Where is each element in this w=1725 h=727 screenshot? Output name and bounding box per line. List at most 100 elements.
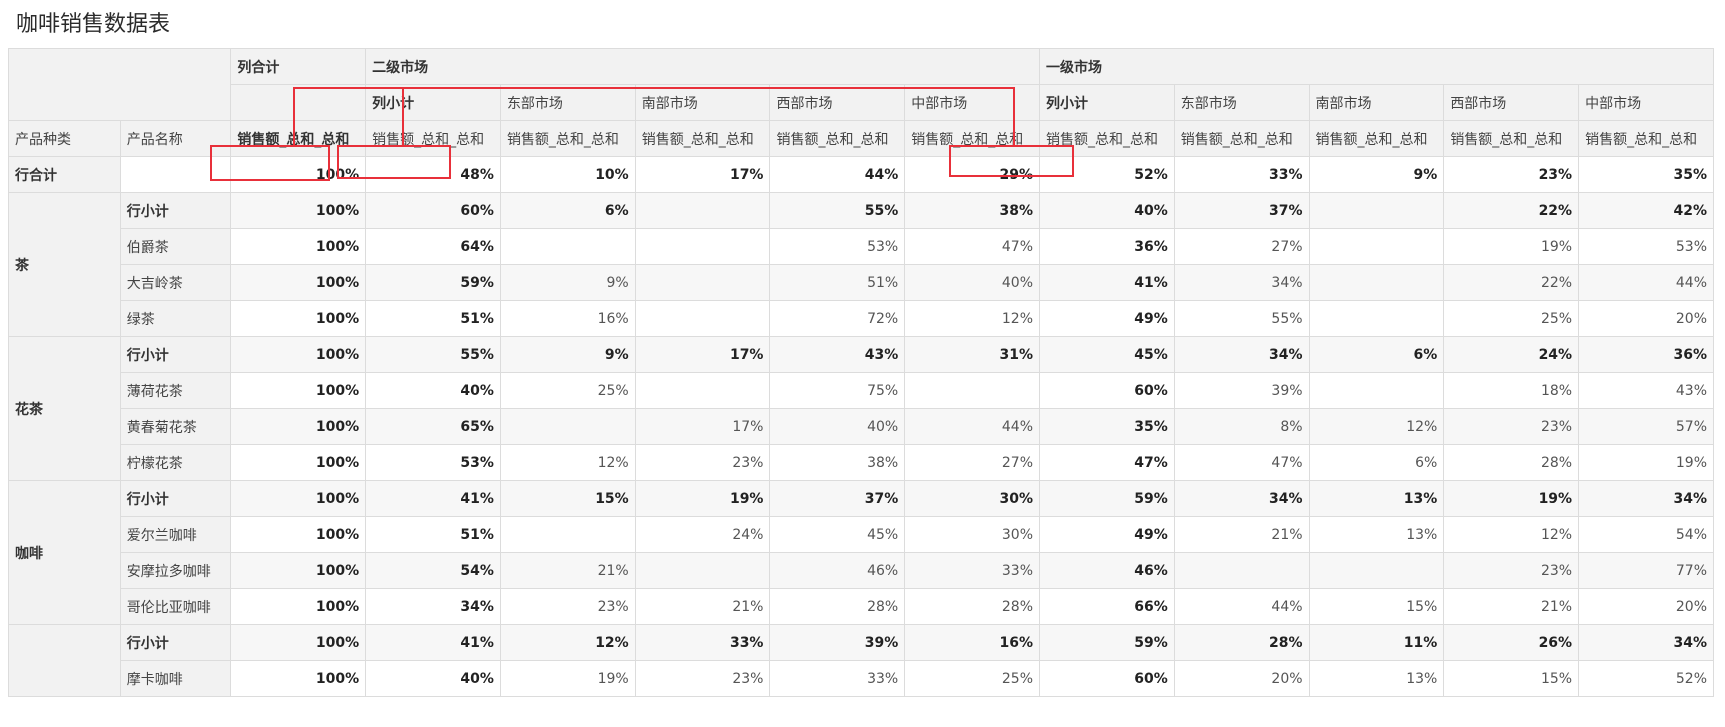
value-cell[interactable]: 21% bbox=[1173, 516, 1310, 553]
category-cell[interactable]: 花茶 bbox=[8, 336, 121, 481]
value-cell[interactable]: 12% bbox=[499, 624, 636, 661]
value-cell[interactable]: 19% bbox=[634, 480, 771, 517]
value-cell[interactable]: 13% bbox=[1308, 480, 1445, 517]
value-cell[interactable]: 38% bbox=[904, 192, 1041, 229]
value-cell[interactable] bbox=[634, 192, 771, 229]
value-cell[interactable]: 33% bbox=[904, 552, 1041, 589]
product-name-cell[interactable]: 伯爵茶 bbox=[119, 228, 232, 265]
value-cell[interactable]: 16% bbox=[499, 300, 636, 337]
value-cell[interactable]: 77% bbox=[1578, 552, 1714, 589]
value-cell[interactable] bbox=[634, 300, 771, 337]
value-cell[interactable]: 59% bbox=[1039, 624, 1175, 661]
group-header-tier1[interactable]: 一级市场 bbox=[1039, 48, 1714, 85]
sub-col-subtotal[interactable]: 列小计 bbox=[365, 84, 501, 121]
value-cell[interactable]: 30% bbox=[904, 480, 1041, 517]
row-subtotal-label[interactable]: 行小计 bbox=[119, 624, 232, 661]
value-cell[interactable]: 100% bbox=[230, 156, 367, 193]
value-cell[interactable]: 42% bbox=[1578, 192, 1714, 229]
sub-col-central[interactable]: 中部市场 bbox=[904, 84, 1041, 121]
value-cell[interactable]: 48% bbox=[365, 156, 501, 193]
value-cell[interactable]: 36% bbox=[1039, 228, 1175, 265]
value-cell[interactable]: 43% bbox=[769, 336, 906, 373]
value-cell[interactable]: 34% bbox=[1173, 264, 1310, 301]
value-cell[interactable]: 18% bbox=[1443, 372, 1580, 409]
value-cell[interactable]: 13% bbox=[1308, 516, 1445, 553]
value-cell[interactable]: 72% bbox=[769, 300, 906, 337]
sub-col-west[interactable]: 西部市场 bbox=[1443, 84, 1580, 121]
value-cell[interactable] bbox=[1308, 372, 1445, 409]
measure-header[interactable]: 销售额_总和_总和 bbox=[1308, 120, 1445, 157]
value-cell[interactable]: 47% bbox=[1039, 444, 1175, 481]
value-cell[interactable]: 28% bbox=[1173, 624, 1310, 661]
value-cell[interactable]: 13% bbox=[1308, 660, 1445, 697]
value-cell[interactable]: 28% bbox=[1443, 444, 1580, 481]
value-cell[interactable]: 20% bbox=[1578, 300, 1714, 337]
value-cell[interactable]: 40% bbox=[904, 264, 1041, 301]
row-dim-product[interactable]: 产品名称 bbox=[119, 120, 232, 157]
value-cell[interactable]: 41% bbox=[365, 480, 501, 517]
product-name-cell[interactable]: 摩卡咖啡 bbox=[119, 660, 232, 697]
value-cell[interactable]: 52% bbox=[1578, 660, 1714, 697]
sub-col-south[interactable]: 南部市场 bbox=[634, 84, 771, 121]
value-cell[interactable]: 25% bbox=[499, 372, 636, 409]
value-cell[interactable]: 57% bbox=[1578, 408, 1714, 445]
product-name-cell[interactable]: 薄荷花茶 bbox=[119, 372, 232, 409]
measure-header[interactable]: 销售额_总和_总和 bbox=[1039, 120, 1175, 157]
value-cell[interactable]: 24% bbox=[1443, 336, 1580, 373]
value-cell[interactable] bbox=[1173, 552, 1310, 589]
value-cell[interactable] bbox=[634, 372, 771, 409]
value-cell[interactable]: 25% bbox=[904, 660, 1041, 697]
value-cell[interactable]: 21% bbox=[1443, 588, 1580, 625]
value-cell[interactable]: 100% bbox=[230, 336, 367, 373]
value-cell[interactable]: 53% bbox=[365, 444, 501, 481]
value-cell[interactable]: 43% bbox=[1578, 372, 1714, 409]
value-cell[interactable]: 17% bbox=[634, 156, 771, 193]
row-subtotal-label[interactable]: 行小计 bbox=[119, 192, 232, 229]
value-cell[interactable]: 40% bbox=[365, 660, 501, 697]
value-cell[interactable]: 30% bbox=[904, 516, 1041, 553]
value-cell[interactable]: 15% bbox=[1443, 660, 1580, 697]
product-name-cell[interactable]: 爱尔兰咖啡 bbox=[119, 516, 232, 553]
product-name-cell[interactable]: 大吉岭茶 bbox=[119, 264, 232, 301]
value-cell[interactable]: 19% bbox=[1443, 228, 1580, 265]
value-cell[interactable]: 9% bbox=[499, 264, 636, 301]
value-cell[interactable]: 8% bbox=[1173, 408, 1310, 445]
value-cell[interactable]: 40% bbox=[365, 372, 501, 409]
value-cell[interactable]: 45% bbox=[769, 516, 906, 553]
value-cell[interactable]: 23% bbox=[1443, 552, 1580, 589]
value-cell[interactable]: 64% bbox=[365, 228, 501, 265]
value-cell[interactable]: 9% bbox=[1308, 156, 1445, 193]
value-cell[interactable]: 54% bbox=[365, 552, 501, 589]
value-cell[interactable]: 55% bbox=[365, 336, 501, 373]
sub-col-east[interactable]: 东部市场 bbox=[1173, 84, 1310, 121]
value-cell[interactable]: 27% bbox=[1173, 228, 1310, 265]
value-cell[interactable]: 11% bbox=[1308, 624, 1445, 661]
value-cell[interactable] bbox=[1308, 552, 1445, 589]
measure-header[interactable]: 销售额_总和_总和 bbox=[1578, 120, 1714, 157]
value-cell[interactable]: 15% bbox=[1308, 588, 1445, 625]
value-cell[interactable]: 47% bbox=[1173, 444, 1310, 481]
value-cell[interactable]: 22% bbox=[1443, 264, 1580, 301]
value-cell[interactable]: 12% bbox=[904, 300, 1041, 337]
value-cell[interactable]: 100% bbox=[230, 624, 367, 661]
value-cell[interactable]: 60% bbox=[1039, 372, 1175, 409]
value-cell[interactable] bbox=[904, 372, 1041, 409]
sub-col-east[interactable]: 东部市场 bbox=[499, 84, 636, 121]
measure-header[interactable]: 销售额_总和_总和 bbox=[634, 120, 771, 157]
value-cell[interactable] bbox=[499, 228, 636, 265]
value-cell[interactable]: 19% bbox=[499, 660, 636, 697]
product-name-cell[interactable]: 黄春菊花茶 bbox=[119, 408, 232, 445]
value-cell[interactable]: 22% bbox=[1443, 192, 1580, 229]
value-cell[interactable]: 23% bbox=[634, 444, 771, 481]
measure-header[interactable]: 销售额_总和_总和 bbox=[365, 120, 501, 157]
value-cell[interactable]: 51% bbox=[365, 300, 501, 337]
value-cell[interactable]: 21% bbox=[499, 552, 636, 589]
product-name-cell[interactable]: 哥伦比亚咖啡 bbox=[119, 588, 232, 625]
value-cell[interactable]: 6% bbox=[499, 192, 636, 229]
value-cell[interactable]: 39% bbox=[1173, 372, 1310, 409]
value-cell[interactable]: 60% bbox=[1039, 660, 1175, 697]
value-cell[interactable]: 31% bbox=[904, 336, 1041, 373]
value-cell[interactable]: 34% bbox=[1578, 480, 1714, 517]
category-cell[interactable]: 茶 bbox=[8, 192, 121, 337]
value-cell[interactable]: 19% bbox=[1578, 444, 1714, 481]
